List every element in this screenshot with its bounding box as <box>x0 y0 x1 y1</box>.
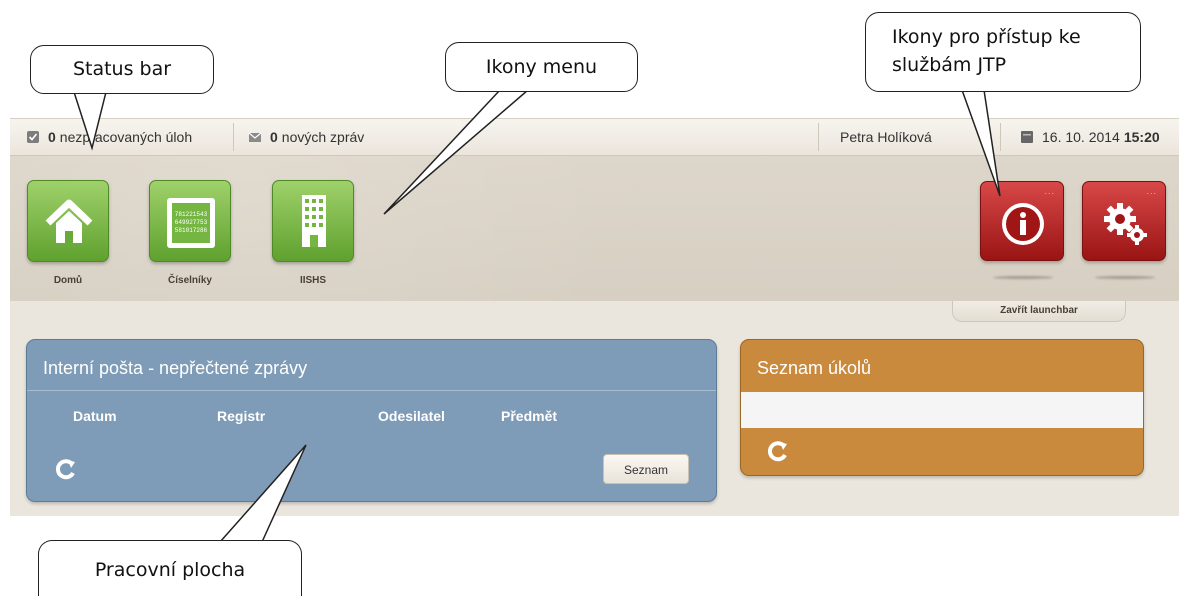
callout-menu-icons: Ikony menu <box>445 42 638 92</box>
callout-jtp-line: službám JTP <box>892 54 1007 76</box>
callout-status-bar: Status bar <box>30 45 214 94</box>
callout-jtp-line: Ikony pro přístup ke <box>892 26 1081 48</box>
callout-jtp-services: Ikony pro přístup ke službám JTP <box>865 12 1141 92</box>
callout-workspace: Pracovní plocha <box>38 540 302 596</box>
